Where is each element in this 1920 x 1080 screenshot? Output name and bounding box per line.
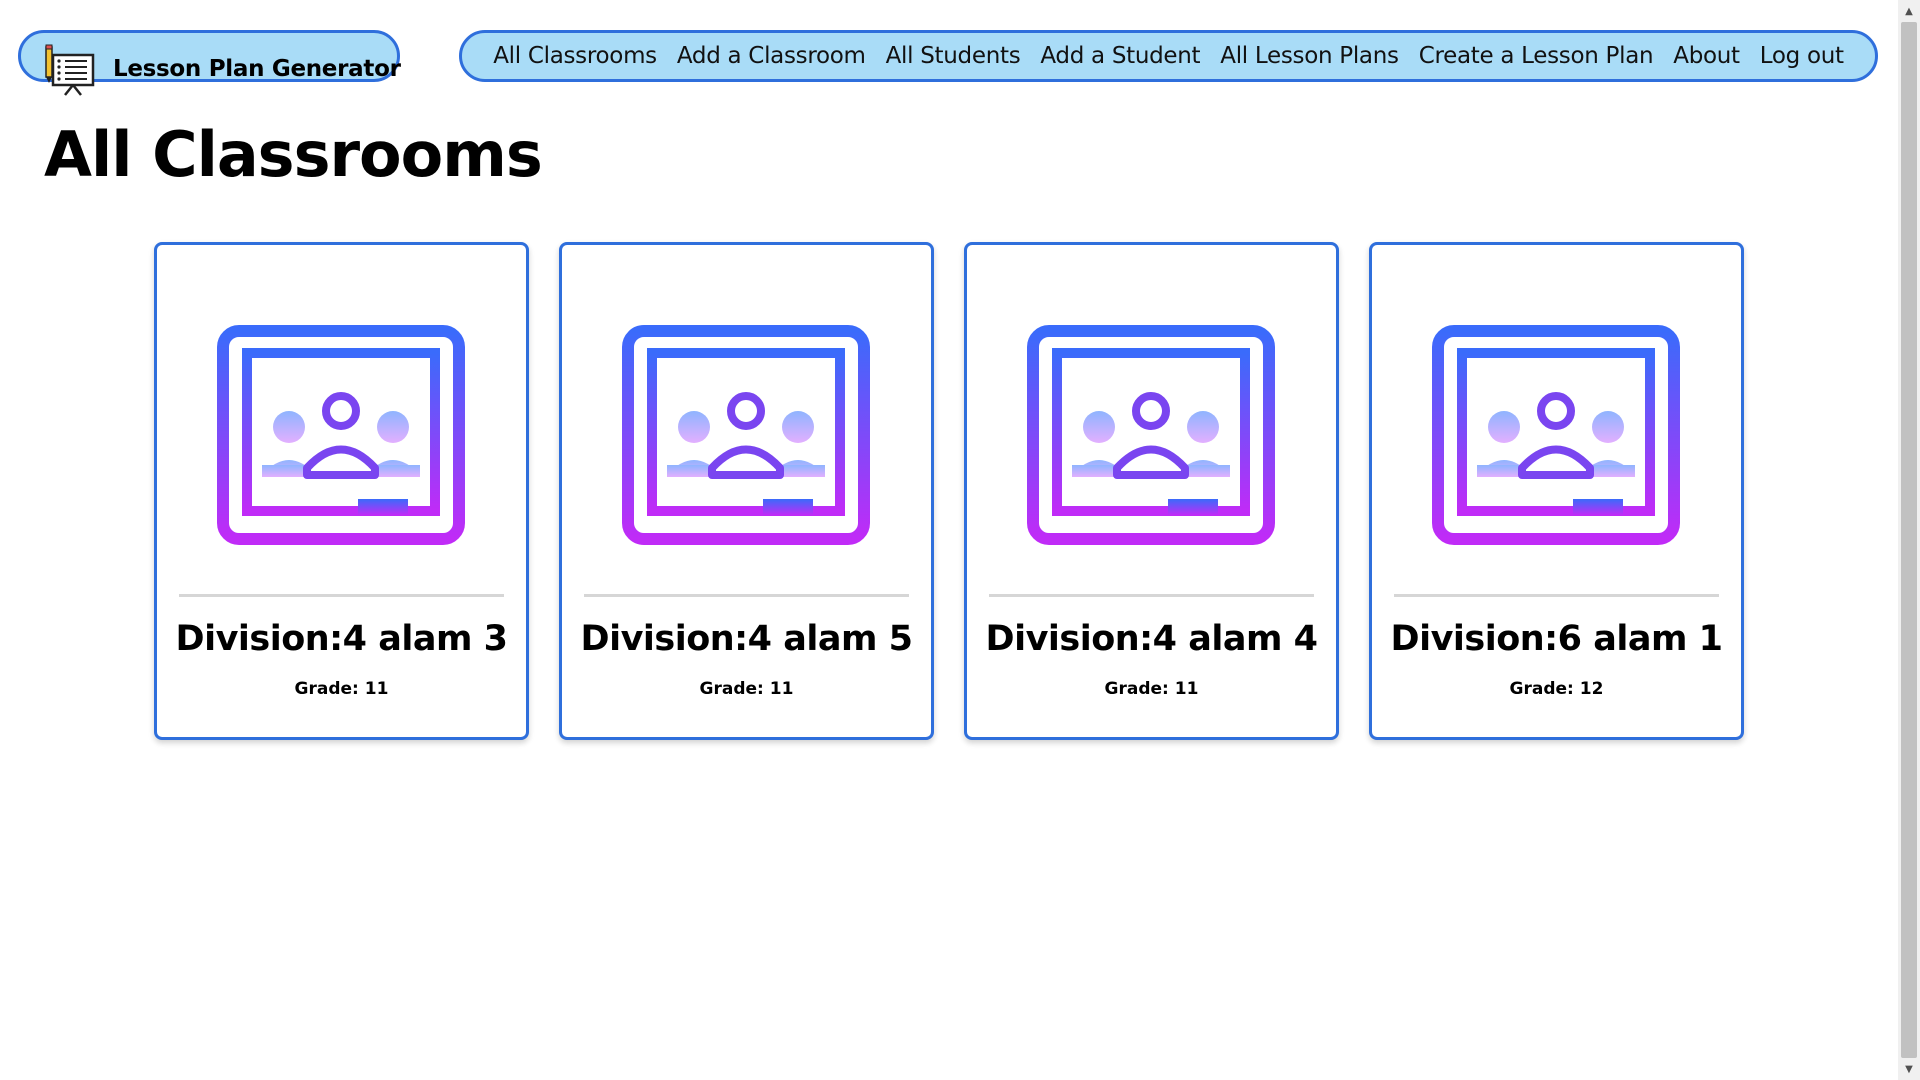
classroom-card[interactable]: Division:4 alam 3 Grade: 11 (154, 242, 529, 740)
classroom-grade: Grade: 12 (1509, 679, 1604, 699)
classroom-name: Division:4 alam 4 (985, 619, 1318, 659)
scroll-up-arrow-icon[interactable]: ▲ (1898, 0, 1920, 22)
nav-add-student[interactable]: Add a Student (1040, 43, 1200, 69)
classroom-card[interactable]: Division:6 alam 1 Grade: 12 (1369, 242, 1744, 740)
classroom-card[interactable]: Division:4 alam 5 Grade: 11 (559, 242, 934, 740)
brand-home-link[interactable]: Lesson Plan Generator (18, 30, 401, 96)
main-nav: All Classrooms Add a Classroom All Stude… (459, 30, 1878, 82)
card-divider (1394, 594, 1719, 597)
scrollbar-thumb[interactable] (1901, 22, 1917, 1058)
nav-all-classrooms[interactable]: All Classrooms (493, 43, 657, 69)
nav-create-lesson-plan[interactable]: Create a Lesson Plan (1419, 43, 1654, 69)
card-divider (584, 594, 909, 597)
classroom-icon (622, 325, 870, 545)
vertical-scrollbar[interactable]: ▲ ▼ (1898, 0, 1920, 1080)
page-title: All Classrooms (44, 118, 543, 191)
classroom-icon (1432, 325, 1680, 545)
classroom-grade: Grade: 11 (1104, 679, 1199, 699)
nav-all-students[interactable]: All Students (886, 43, 1021, 69)
classroom-grade: Grade: 11 (294, 679, 389, 699)
classroom-icon (217, 325, 465, 545)
classroom-name: Division:6 alam 1 (1390, 619, 1723, 659)
classroom-icon (1027, 325, 1275, 545)
nav-log-out[interactable]: Log out (1760, 43, 1844, 69)
nav-about[interactable]: About (1673, 43, 1740, 69)
nav-all-lesson-plans[interactable]: All Lesson Plans (1220, 43, 1399, 69)
card-divider (179, 594, 504, 597)
classroom-card[interactable]: Division:4 alam 4 Grade: 11 (964, 242, 1339, 740)
classroom-name: Division:4 alam 3 (175, 619, 508, 659)
classroom-grade: Grade: 11 (699, 679, 794, 699)
scroll-down-arrow-icon[interactable]: ▼ (1898, 1058, 1920, 1080)
card-divider (989, 594, 1314, 597)
brand-name: Lesson Plan Generator (113, 56, 401, 82)
lesson-plan-logo-icon (45, 44, 95, 96)
classroom-name: Division:4 alam 5 (580, 619, 913, 659)
nav-add-classroom[interactable]: Add a Classroom (677, 43, 866, 69)
